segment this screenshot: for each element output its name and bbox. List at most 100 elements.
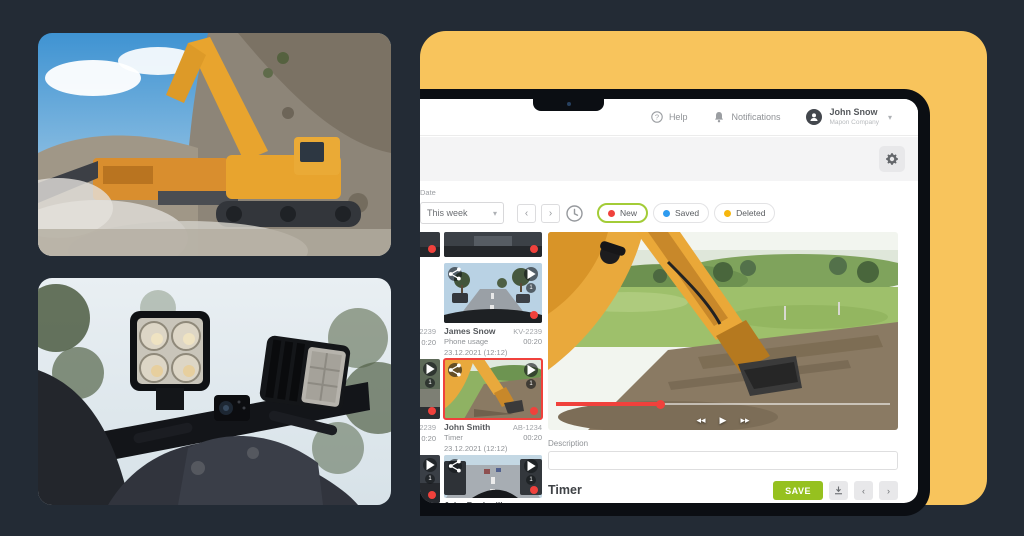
mini-camera — [214, 395, 250, 421]
download-button[interactable] — [829, 481, 848, 500]
clock-icon — [565, 204, 584, 223]
filter-pill-deleted[interactable]: Deleted — [714, 203, 775, 223]
app-header: ? Help Notifications J — [420, 99, 918, 136]
tablet-camera-notch — [533, 99, 604, 111]
play-icon[interactable] — [524, 267, 538, 281]
rewind-button[interactable]: ◂◂ — [696, 415, 705, 426]
video-duration: 00:20 — [523, 337, 542, 347]
video-count-badge: 1 — [526, 379, 536, 389]
bell-icon — [713, 111, 725, 123]
playback-controls: ◂◂ ▶ ▸▸ — [548, 415, 898, 426]
save-button[interactable]: SAVE — [773, 481, 823, 500]
share-icon[interactable] — [448, 267, 462, 281]
prev-period-button[interactable]: ‹ — [517, 204, 536, 223]
timer-heading: Timer — [548, 483, 582, 497]
description-label: Description — [548, 439, 588, 448]
share-icon[interactable] — [448, 363, 462, 377]
vehicle-plate: AB-1234 — [513, 423, 542, 433]
new-indicator-dot — [428, 245, 436, 253]
tablet-camera-dot — [567, 102, 571, 106]
date-range-select[interactable]: This week ▾ — [420, 202, 504, 224]
play-icon[interactable] — [524, 363, 538, 377]
video-list: 2239 0:20 1 2239 0:20 — [420, 232, 544, 503]
play-icon[interactable] — [524, 459, 538, 473]
filter-pill-saved-label: Saved — [675, 208, 699, 218]
new-indicator-dot — [428, 407, 436, 415]
notifications-label: Notifications — [731, 112, 780, 122]
next-period-button[interactable]: › — [541, 204, 560, 223]
clipped-meta: 2239 0:20 — [420, 326, 436, 349]
new-indicator-dot — [530, 486, 538, 494]
gear-icon — [885, 152, 899, 166]
video-duration: 00:20 — [523, 433, 542, 443]
time-picker-button[interactable] — [565, 204, 584, 223]
video-thumbnail-john-smith[interactable]: 1 — [444, 359, 542, 419]
video-count-badge: 1 — [526, 475, 536, 485]
video-count-badge: 1 — [425, 378, 435, 388]
vehicle-plate: HF-1432 — [513, 501, 542, 503]
user-name: John Snow — [829, 107, 879, 118]
progress-fill — [556, 402, 660, 406]
person-icon — [809, 112, 819, 122]
help-label: Help — [669, 112, 688, 122]
user-texts: John Snow Mapon Company — [829, 107, 879, 126]
filter-pill-deleted-label: Deleted — [736, 208, 765, 218]
play-icon — [423, 458, 437, 472]
user-company: Mapon Company — [829, 119, 879, 127]
filter-pill-new-label: New — [620, 208, 637, 218]
deleted-status-dot — [724, 210, 731, 217]
video-progress-bar[interactable] — [556, 400, 890, 408]
chevron-down-icon: ▾ — [888, 113, 892, 122]
clipped-thumbnail[interactable]: 1 — [420, 359, 440, 419]
led-light-side — [259, 335, 351, 412]
clipped-meta: 2239 0:20 — [420, 422, 436, 445]
new-indicator-dot — [530, 245, 538, 253]
driver-name: John Smith — [444, 422, 490, 433]
filter-pill-saved[interactable]: Saved — [653, 203, 709, 223]
video-datetime: 23.12.2021 (12:12) — [444, 444, 542, 453]
video-thumbnail-james-snow[interactable]: 1 — [444, 263, 542, 323]
play-button[interactable]: ▶ — [720, 415, 727, 426]
event-type: Timer — [444, 433, 463, 443]
progress-knob[interactable] — [656, 400, 665, 409]
next-video-button[interactable]: › — [879, 481, 898, 500]
clipped-thumbnail[interactable] — [420, 232, 440, 257]
video-meta-john-bushmill: John Bushmill HF-1432 — [444, 500, 542, 503]
video-count-badge: 1 — [425, 474, 435, 484]
chevron-down-icon: ▾ — [493, 209, 497, 218]
driver-name: John Bushmill — [444, 500, 503, 503]
vehicle-plate: KV-2239 — [513, 327, 542, 337]
clipped-thumbnail[interactable]: 1 — [420, 455, 440, 503]
filters-row: This week ▾ ‹ › New Saved Deleted — [420, 202, 775, 224]
video-count-badge: 1 — [526, 283, 536, 293]
fast-forward-button[interactable]: ▸▸ — [740, 415, 749, 426]
photo-led-work-lights — [38, 278, 391, 505]
video-thumbnail-john-bushmill[interactable]: 1 — [444, 455, 542, 498]
video-datetime: 23.12.2021 (12:12) — [444, 348, 542, 357]
new-indicator-dot — [428, 491, 436, 499]
video-player[interactable]: ◂◂ ▶ ▸▸ — [548, 232, 898, 430]
video-meta-james-snow: James Snow KV-2239 Phone usage 00:20 23.… — [444, 326, 542, 357]
avatar — [806, 109, 822, 125]
app-screen: ? Help Notifications J — [420, 99, 918, 503]
new-indicator-dot — [530, 311, 538, 319]
settings-button[interactable] — [879, 146, 905, 172]
help-button[interactable]: ? Help — [651, 111, 688, 123]
quarry-scene-graphic — [38, 33, 391, 256]
date-range-value: This week — [427, 208, 468, 218]
video-meta-john-smith: John Smith AB-1234 Timer 00:20 23.12.202… — [444, 422, 542, 453]
action-buttons: SAVE ‹ › — [773, 481, 898, 500]
help-icon: ? — [651, 111, 663, 123]
event-type: Phone usage — [444, 337, 488, 347]
description-input[interactable] — [548, 451, 898, 470]
new-status-dot — [608, 210, 615, 217]
new-indicator-dot — [530, 407, 538, 415]
notifications-button[interactable]: Notifications — [713, 111, 780, 123]
video-thumbnail-partial[interactable] — [444, 232, 542, 257]
date-filter-label: Date — [420, 188, 436, 197]
user-menu[interactable]: John Snow Mapon Company ▾ — [806, 107, 892, 126]
share-icon[interactable] — [448, 459, 462, 473]
settings-toolbar — [420, 137, 918, 181]
prev-video-button[interactable]: ‹ — [854, 481, 873, 500]
filter-pill-new[interactable]: New — [597, 203, 648, 223]
